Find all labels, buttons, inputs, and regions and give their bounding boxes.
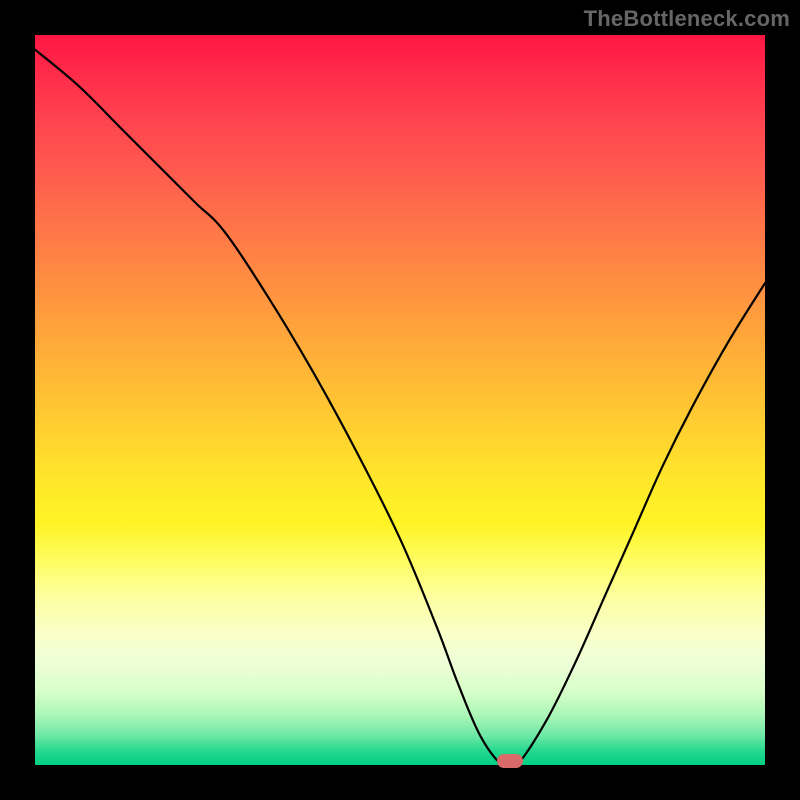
optimal-marker: [497, 754, 523, 768]
plot-area: [35, 35, 765, 765]
chart-container: TheBottleneck.com: [0, 0, 800, 800]
watermark-text: TheBottleneck.com: [584, 6, 790, 32]
bottleneck-curve: [35, 50, 765, 765]
curve-svg: [35, 35, 765, 765]
